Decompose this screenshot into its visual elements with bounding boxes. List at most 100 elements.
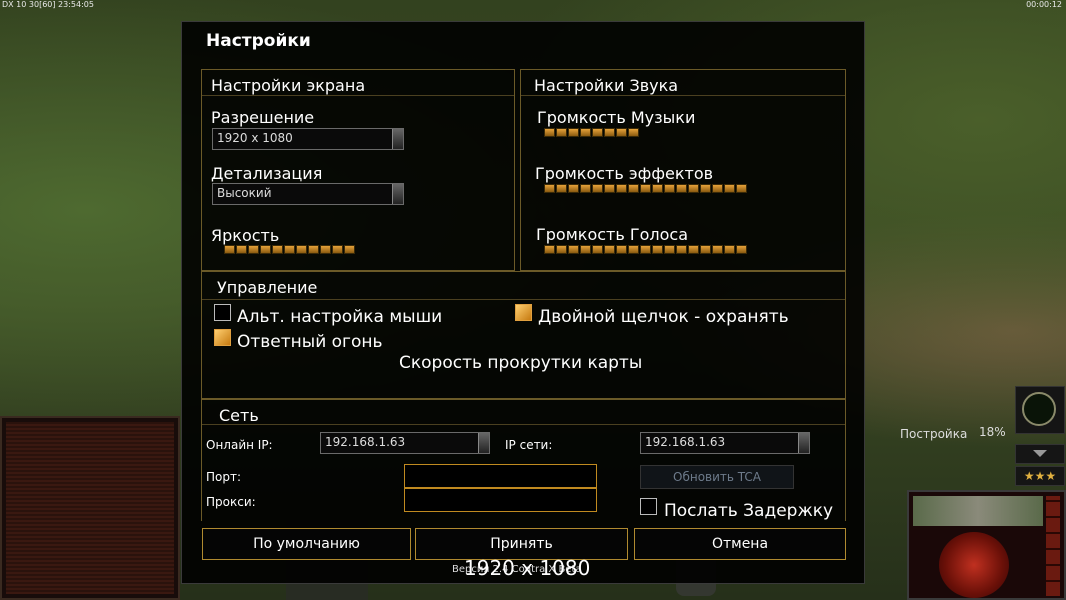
slider-notch [676, 245, 687, 254]
proxy-input[interactable] [404, 488, 597, 512]
detail-value: Высокий [217, 186, 272, 200]
slider-notch [652, 184, 663, 193]
slider-notch [652, 245, 663, 254]
send-delay-checkbox[interactable] [640, 498, 657, 515]
refresh-tca-button[interactable]: Обновить TCA [640, 465, 794, 489]
slider-notch [724, 245, 735, 254]
detail-label: Детализация [211, 164, 323, 183]
slider-notch [260, 245, 271, 254]
slider-notch [332, 245, 343, 254]
port-label: Порт: [206, 470, 242, 484]
slider-notch [700, 184, 711, 193]
slider-notch [736, 184, 747, 193]
slider-notch [724, 184, 735, 193]
sound-settings-header: Настройки Звука [534, 76, 679, 95]
chevron-down-icon [1033, 450, 1047, 457]
slider-notch [592, 184, 603, 193]
slider-notch [640, 245, 651, 254]
dialog-title: Настройки [206, 31, 311, 51]
slider-notch [616, 128, 627, 137]
slider-notch [688, 245, 699, 254]
lan-ip-dropdown[interactable]: 192.168.1.63 [640, 432, 810, 454]
slider-notch [712, 184, 723, 193]
slider-notch [592, 128, 603, 137]
unit-portraits[interactable] [913, 496, 1043, 526]
divider [202, 424, 845, 425]
resolution-label: Разрешение [211, 108, 315, 127]
slider-notch [236, 245, 247, 254]
slider-notch [224, 245, 235, 254]
slider-notch [628, 245, 639, 254]
cancel-button[interactable]: Отмена [634, 528, 846, 560]
slider-notch [284, 245, 295, 254]
rank-stars: ★★★ [1015, 466, 1065, 486]
proxy-label: Прокси: [206, 495, 256, 509]
build-percent: 18% [979, 425, 1006, 439]
slider-notch [248, 245, 259, 254]
slider-notch [568, 128, 579, 137]
slider-notch [296, 245, 307, 254]
music-volume-label: Громкость Музыки [537, 108, 696, 127]
slider-notch [676, 184, 687, 193]
compass-icon [1022, 392, 1056, 426]
slider-notch [628, 128, 639, 137]
effects-volume-slider[interactable] [544, 184, 747, 193]
dropdown-arrow-icon [392, 184, 403, 204]
lan-ip-value: 192.168.1.63 [645, 435, 726, 449]
double-click-checkbox[interactable] [515, 304, 532, 321]
slider-notch [544, 184, 555, 193]
rank-bar [1046, 496, 1060, 596]
game-timer: 00:00:12 [1026, 0, 1062, 9]
slider-notch [556, 128, 567, 137]
online-ip-dropdown[interactable]: 192.168.1.63 [320, 432, 490, 454]
brightness-slider[interactable] [224, 245, 355, 254]
scroll-speed-label: Скорость прокрутки карты [399, 353, 643, 373]
divider [202, 299, 845, 300]
fps-readout: DX 10 30[60] 23:54:05 [2, 0, 94, 9]
double-click-label: Двойной щелчок - охранять [538, 307, 789, 327]
controls-header: Управление [217, 278, 318, 297]
brightness-label: Яркость [211, 226, 280, 245]
slider-notch [544, 128, 555, 137]
radar-button[interactable] [1015, 386, 1065, 434]
dropdown-arrow-icon [392, 129, 403, 149]
online-ip-label: Онлайн IP: [206, 438, 273, 452]
slider-notch [568, 184, 579, 193]
send-delay-label: Послать Задержку [664, 501, 834, 521]
port-input[interactable] [404, 464, 597, 488]
dropdown-arrow-icon [478, 433, 489, 453]
slider-notch [568, 245, 579, 254]
slider-notch [604, 245, 615, 254]
slider-notch [308, 245, 319, 254]
music-volume-slider[interactable] [544, 128, 639, 137]
slider-notch [556, 245, 567, 254]
collapse-button[interactable] [1015, 444, 1065, 464]
resolution-dropdown[interactable]: 1920 x 1080 [212, 128, 404, 150]
return-fire-checkbox[interactable] [214, 329, 231, 346]
faction-emblem-icon [939, 532, 1009, 598]
slider-notch [580, 245, 591, 254]
display-settings-header: Настройки экрана [211, 76, 366, 95]
build-label: Постройка [900, 427, 968, 441]
divider [202, 95, 514, 96]
slider-notch [592, 245, 603, 254]
voice-volume-slider[interactable] [544, 245, 747, 254]
slider-notch [344, 245, 355, 254]
slider-notch [556, 184, 567, 193]
detail-dropdown[interactable]: Высокий [212, 183, 404, 205]
voice-volume-label: Громкость Голоса [536, 225, 689, 244]
slider-notch [604, 128, 615, 137]
lan-ip-label: IP сети: [505, 438, 553, 452]
divider [521, 95, 845, 96]
slider-notch [580, 184, 591, 193]
alt-mouse-checkbox[interactable] [214, 304, 231, 321]
slider-notch [604, 184, 615, 193]
default-button[interactable]: По умолчанию [202, 528, 411, 560]
command-panel [907, 490, 1066, 600]
minimap[interactable] [0, 416, 180, 600]
slider-notch [712, 245, 723, 254]
slider-notch [616, 245, 627, 254]
resolution-overlay: 1920 x 1080 [464, 556, 591, 580]
slider-notch [700, 245, 711, 254]
dropdown-arrow-icon [798, 433, 809, 453]
